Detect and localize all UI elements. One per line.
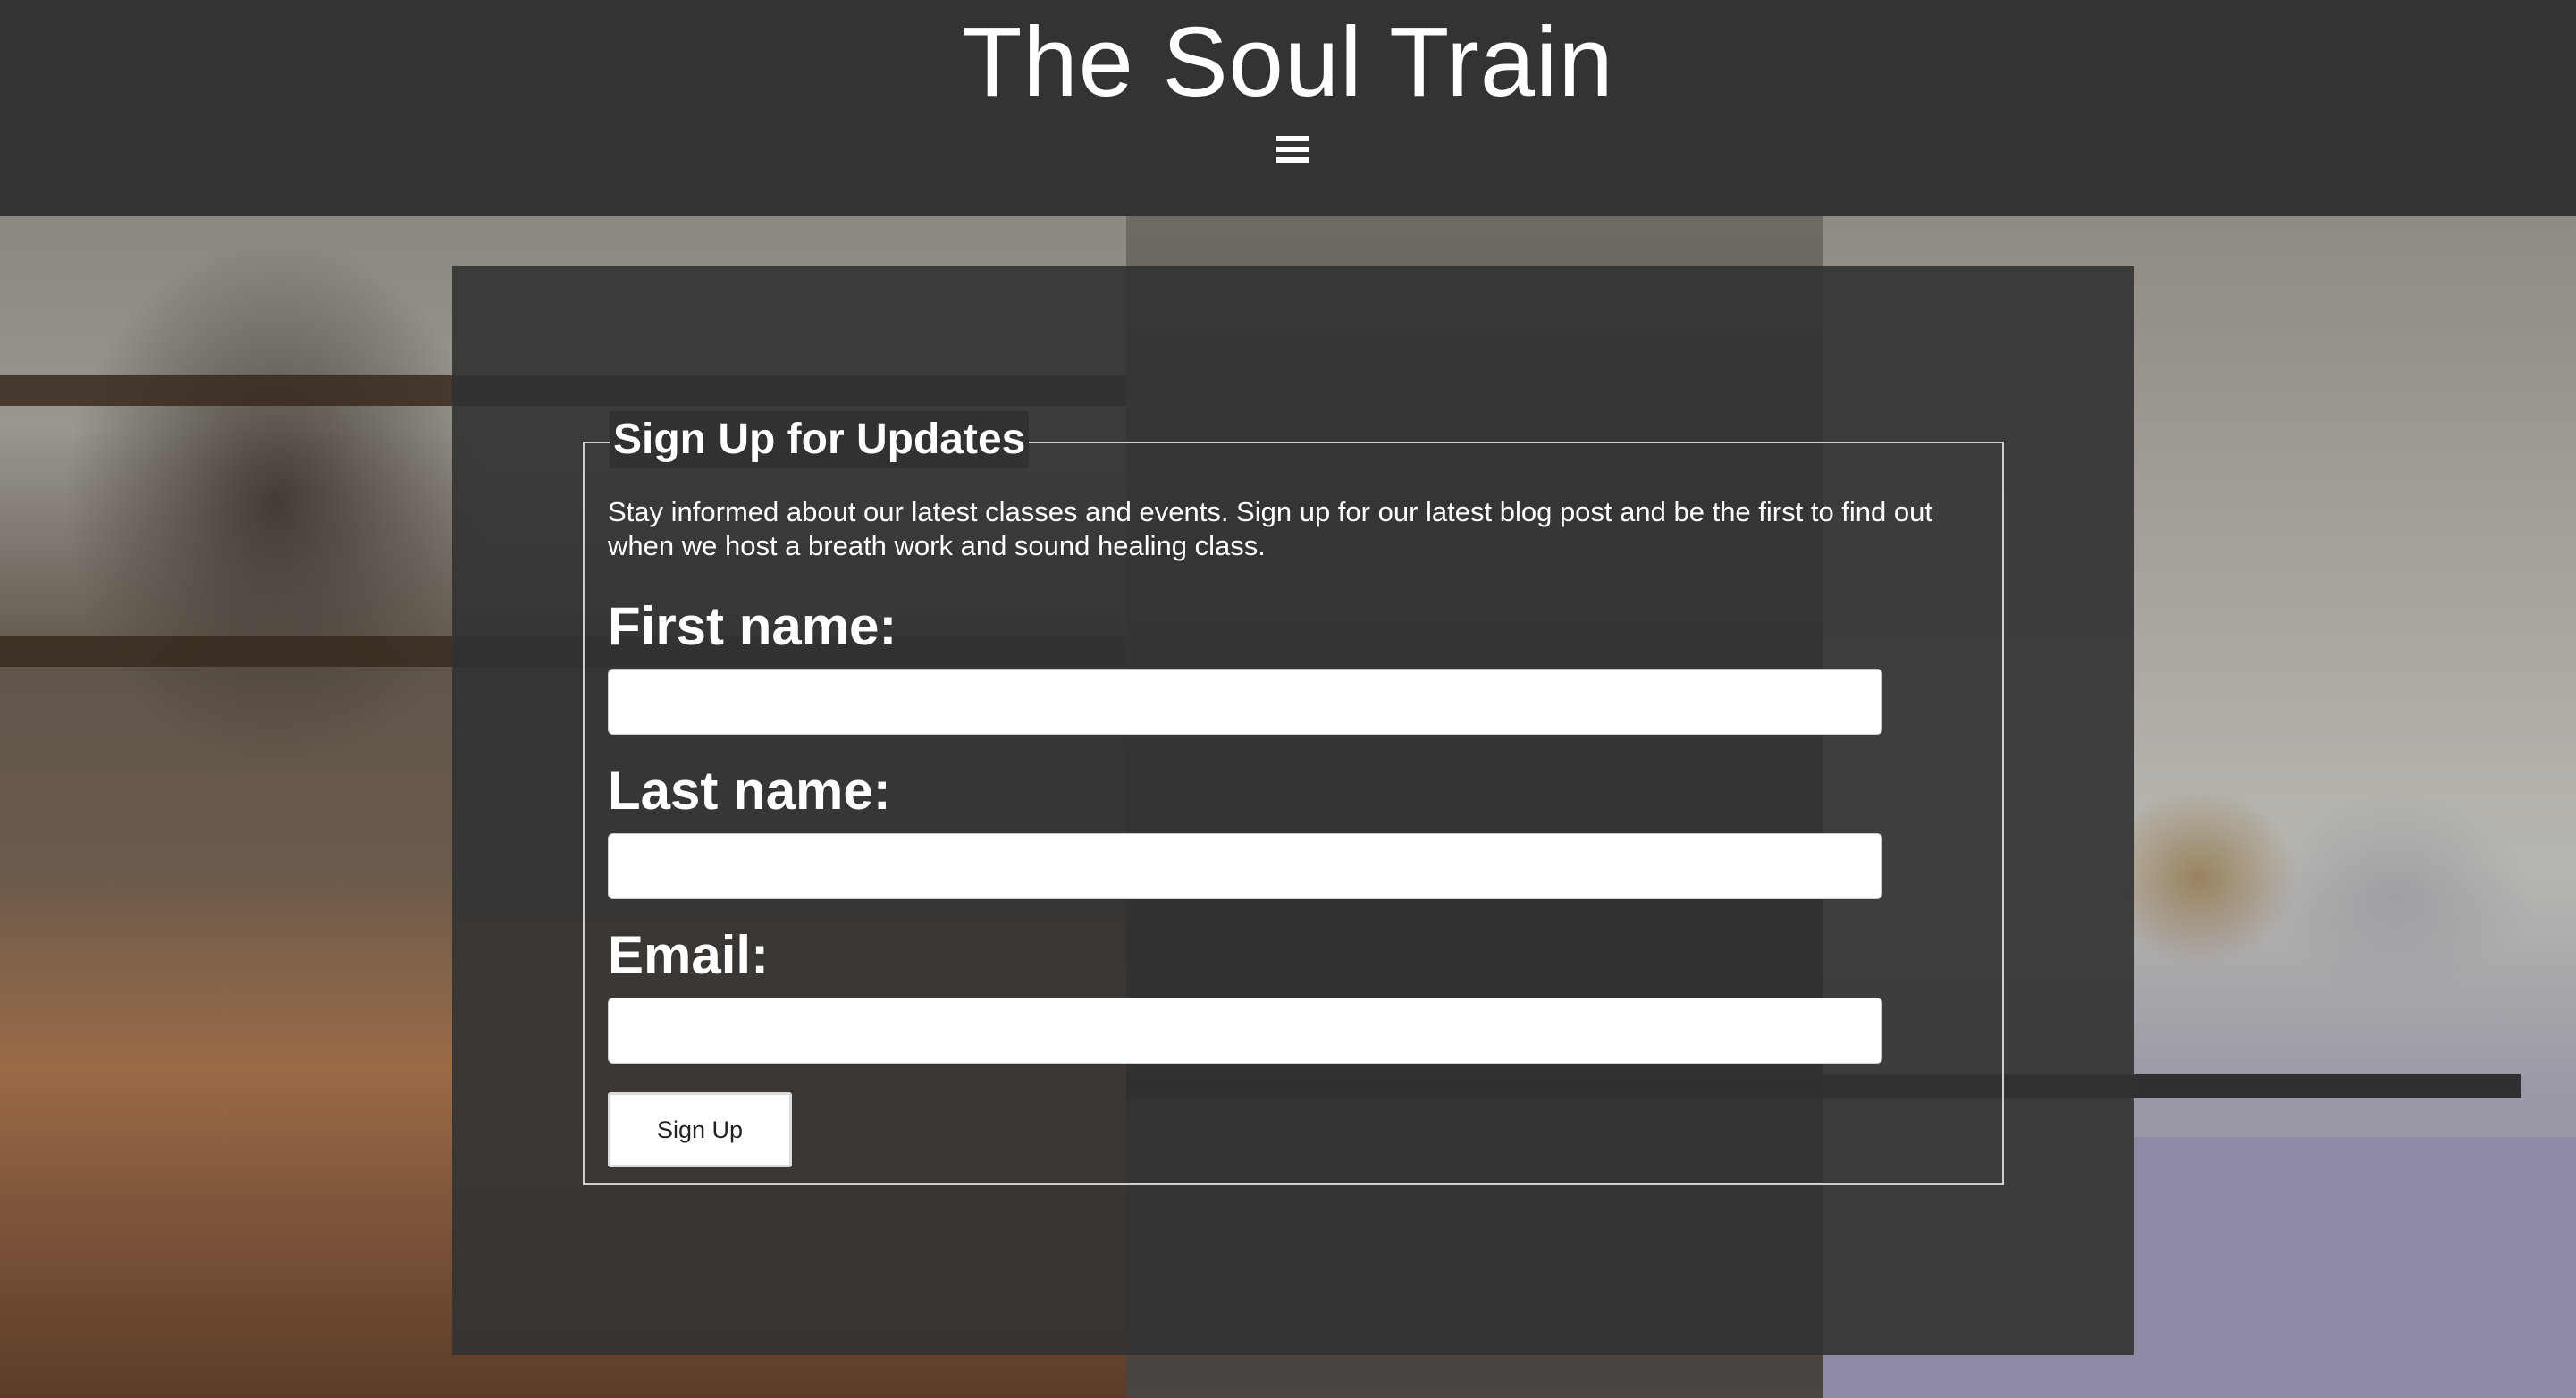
last-name-label: Last name: bbox=[608, 761, 891, 821]
first-name-input[interactable] bbox=[608, 669, 1882, 735]
menu-bar bbox=[1276, 136, 1309, 141]
sign-up-button[interactable]: Sign Up bbox=[608, 1092, 792, 1167]
signup-legend: Sign Up for Updates bbox=[610, 411, 1030, 468]
signup-description: Stay informed about our latest classes a… bbox=[608, 496, 1932, 561]
menu-bar bbox=[1276, 147, 1309, 152]
email-input[interactable] bbox=[608, 998, 1882, 1064]
first-name-label: First name: bbox=[608, 596, 897, 656]
menu-bar bbox=[1276, 157, 1309, 163]
site-header: The Soul Train bbox=[0, 0, 2576, 216]
site-title: The Soul Train bbox=[962, 7, 1614, 117]
last-name-input[interactable] bbox=[608, 833, 1882, 899]
signup-form: Sign Up for Updates Stay informed about … bbox=[583, 411, 2004, 1185]
email-label: Email: bbox=[608, 925, 770, 985]
hamburger-menu-icon[interactable] bbox=[1274, 132, 1311, 166]
